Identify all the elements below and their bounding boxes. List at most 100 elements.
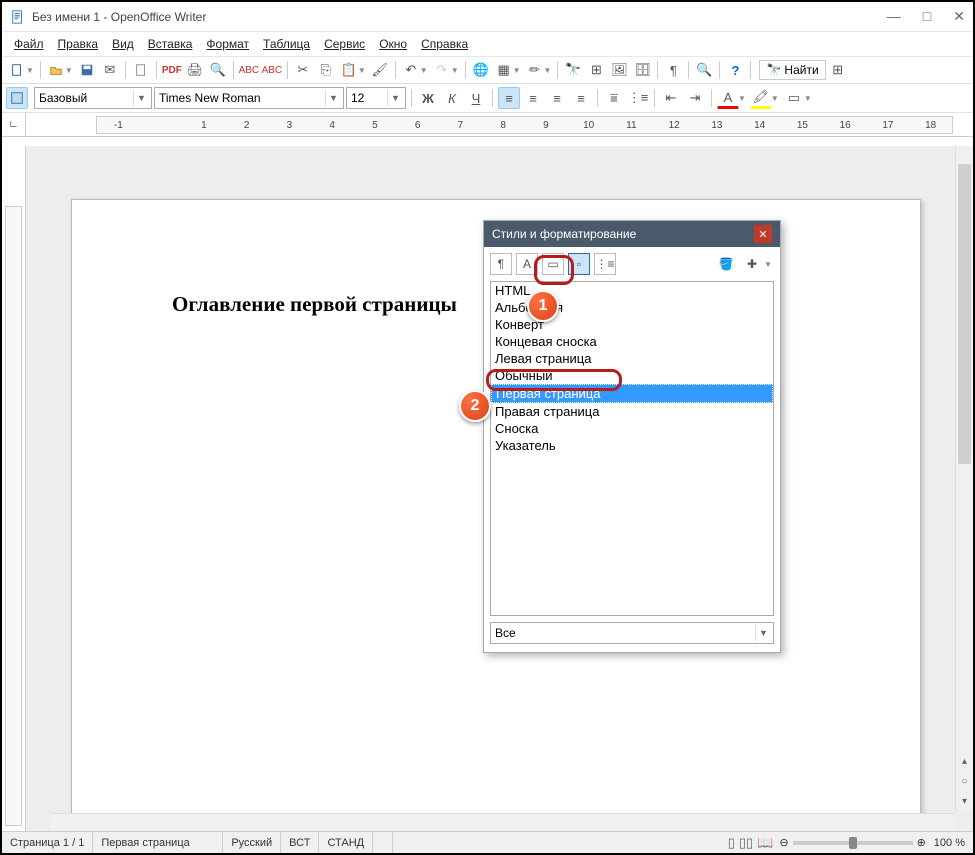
- zoom-value[interactable]: 100 %: [926, 832, 973, 853]
- style-list-item[interactable]: Первая страница: [491, 384, 773, 403]
- find-button[interactable]: 🔭 Найти: [759, 60, 825, 80]
- menu-window[interactable]: Окно: [373, 35, 413, 53]
- style-list-item[interactable]: Обычный: [491, 367, 773, 384]
- status-page-style[interactable]: Первая страница: [93, 832, 223, 853]
- menu-file[interactable]: Файл: [8, 35, 50, 53]
- status-selection-mode[interactable]: СТАНД: [319, 832, 373, 853]
- zoom-in-icon[interactable]: ⊕: [917, 836, 926, 849]
- align-justify-icon[interactable]: ≡: [570, 87, 592, 109]
- horizontal-scrollbar[interactable]: [50, 813, 955, 831]
- align-left-icon[interactable]: ≡: [498, 87, 520, 109]
- style-list-item[interactable]: Сноска: [491, 420, 773, 437]
- draw-icon[interactable]: ✏: [524, 59, 546, 81]
- gallery-icon[interactable]: 🖼: [608, 59, 630, 81]
- find-replace-icon[interactable]: 🔭: [562, 59, 584, 81]
- styles-filter-combo[interactable]: Все▼: [490, 622, 774, 644]
- increase-indent-icon[interactable]: ⇥: [684, 87, 706, 109]
- status-page[interactable]: Страница 1 / 1: [2, 832, 93, 853]
- style-list-item[interactable]: Левая страница: [491, 350, 773, 367]
- save-icon[interactable]: [76, 59, 98, 81]
- copy-icon[interactable]: ⎘: [315, 59, 337, 81]
- align-center-icon[interactable]: ≡: [522, 87, 544, 109]
- table-icon[interactable]: ▦: [493, 59, 515, 81]
- format-paint-icon[interactable]: 🖌: [369, 59, 391, 81]
- document-heading[interactable]: Оглавление первой страницы: [172, 292, 457, 317]
- book-icon[interactable]: 📖: [757, 835, 773, 851]
- email-icon[interactable]: ✉: [99, 59, 121, 81]
- print-icon[interactable]: 🖨: [184, 59, 206, 81]
- zoom-out-icon[interactable]: ⊖: [779, 836, 788, 849]
- close-button[interactable]: ✕: [953, 8, 965, 25]
- menu-view[interactable]: Вид: [106, 35, 140, 53]
- italic-icon[interactable]: К: [441, 87, 463, 109]
- nonprint-icon[interactable]: ¶: [662, 59, 684, 81]
- style-list-item[interactable]: Концевая сноска: [491, 333, 773, 350]
- bg-color-icon[interactable]: ▭: [783, 87, 805, 109]
- style-list-item[interactable]: Правая страница: [491, 403, 773, 420]
- styles-panel-titlebar[interactable]: Стили и форматирование ✕: [484, 221, 780, 247]
- redo-icon[interactable]: ↷: [431, 59, 453, 81]
- list-styles-icon[interactable]: ⋮≡: [594, 253, 616, 275]
- navigator-icon[interactable]: ⊞: [585, 59, 607, 81]
- page-styles-icon[interactable]: ▫: [568, 253, 590, 275]
- font-name-combo[interactable]: Times New Roman▼: [154, 87, 344, 109]
- horizontal-ruler[interactable]: -1123456789101112131415161718: [26, 113, 973, 136]
- hyperlink-icon[interactable]: 🌐: [470, 59, 492, 81]
- status-insert-mode[interactable]: ВСТ: [281, 832, 319, 853]
- menu-service[interactable]: Сервис: [318, 35, 371, 53]
- status-language[interactable]: Русский: [223, 832, 281, 853]
- help-icon[interactable]: ?: [724, 59, 746, 81]
- menu-edit[interactable]: Правка: [52, 35, 105, 53]
- bullet-list-icon[interactable]: ⋮≡: [627, 87, 649, 109]
- styles-list[interactable]: HTMLАльбомнаяКонвертКонцевая сноскаЛевая…: [490, 281, 774, 616]
- menu-insert[interactable]: Вставка: [142, 35, 199, 53]
- paragraph-styles-icon[interactable]: ¶: [490, 253, 512, 275]
- spellcheck-icon[interactable]: ABC: [238, 59, 260, 81]
- menu-table[interactable]: Таблица: [257, 35, 316, 53]
- underline-icon[interactable]: Ч: [465, 87, 487, 109]
- annotation-badge-1: 1: [527, 290, 559, 322]
- decrease-indent-icon[interactable]: ⇤: [660, 87, 682, 109]
- ruler-tick: 14: [738, 120, 781, 131]
- new-doc-icon[interactable]: [6, 59, 28, 81]
- frame-styles-icon[interactable]: ▭: [542, 253, 564, 275]
- open-icon[interactable]: [45, 59, 67, 81]
- styles-panel-close-button[interactable]: ✕: [754, 225, 772, 243]
- undo-icon[interactable]: ↶: [400, 59, 422, 81]
- font-color-icon[interactable]: A: [717, 87, 739, 109]
- nav-up-icon[interactable]: ▴: [962, 756, 967, 767]
- extra-icon[interactable]: ⊞: [827, 59, 849, 81]
- paragraph-style-combo[interactable]: Базовый▼: [34, 87, 152, 109]
- menu-format[interactable]: Формат: [200, 35, 255, 53]
- zoom-icon[interactable]: 🔍: [693, 59, 715, 81]
- styles-window-icon[interactable]: [6, 87, 28, 109]
- paste-icon[interactable]: 📋: [338, 59, 360, 81]
- scrollbar-thumb[interactable]: [958, 164, 971, 464]
- new-style-icon[interactable]: ✚: [741, 253, 763, 275]
- pdf-icon[interactable]: PDF: [161, 59, 183, 81]
- numbered-list-icon[interactable]: ⩸: [603, 87, 625, 109]
- nav-down-icon[interactable]: ▾: [962, 796, 967, 807]
- nav-select-icon[interactable]: ○: [961, 776, 967, 787]
- autospell-icon[interactable]: ABC: [261, 59, 283, 81]
- zoom-slider[interactable]: [793, 841, 913, 845]
- vertical-scrollbar[interactable]: ▴ ○ ▾: [955, 146, 973, 811]
- cut-icon[interactable]: ✂: [292, 59, 314, 81]
- fill-format-icon[interactable]: 🪣: [715, 253, 737, 275]
- menu-help[interactable]: Справка: [415, 35, 474, 53]
- maximize-button[interactable]: □: [923, 8, 931, 25]
- multi-page-icon[interactable]: ▯▯: [739, 835, 753, 851]
- vertical-ruler[interactable]: [2, 146, 26, 831]
- style-list-item[interactable]: Указатель: [491, 437, 773, 454]
- datasources-icon[interactable]: 🗄: [631, 59, 653, 81]
- align-right-icon[interactable]: ≡: [546, 87, 568, 109]
- highlight-icon[interactable]: 🖍: [750, 87, 772, 109]
- bold-icon[interactable]: Ж: [417, 87, 439, 109]
- edit-doc-icon[interactable]: [130, 59, 152, 81]
- ruler-tick: 12: [653, 120, 696, 131]
- font-size-combo[interactable]: 12▼: [346, 87, 406, 109]
- preview-icon[interactable]: 🔍: [207, 59, 229, 81]
- single-page-icon[interactable]: ▯: [728, 835, 735, 851]
- character-styles-icon[interactable]: A: [516, 253, 538, 275]
- minimize-button[interactable]: —: [887, 8, 901, 25]
